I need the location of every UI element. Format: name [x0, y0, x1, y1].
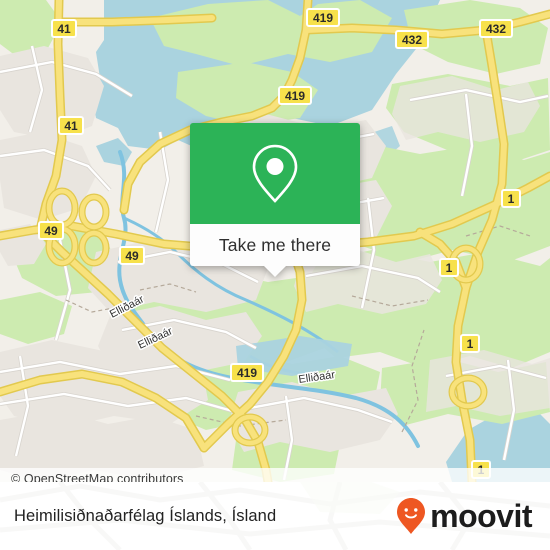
- road-shield-49: 49: [38, 221, 64, 240]
- road-shield-41: 41: [58, 116, 84, 135]
- road-shield-49: 49: [119, 246, 145, 265]
- callout-tail: [263, 265, 287, 277]
- road-shield-label: 432: [486, 22, 506, 36]
- road-shield-label: 432: [402, 33, 422, 47]
- road-shield-432: 432: [395, 30, 429, 49]
- osm-attribution-text: © OpenStreetMap contributors: [11, 471, 184, 483]
- road-shield-41: 41: [51, 19, 77, 38]
- road-shield-419: 419: [278, 86, 312, 105]
- footer-bar: Heimilisiðnaðarfélag Íslands, Ísland moo…: [0, 482, 550, 550]
- road-shield-label: 419: [313, 11, 333, 25]
- road-shield-1: 1: [439, 258, 459, 277]
- road-shield-419: 419: [306, 8, 340, 27]
- road-shield-label: 1: [508, 192, 515, 206]
- location-pin-icon: [252, 144, 298, 203]
- road-shield-419: 419: [230, 363, 264, 382]
- place-title: Heimilisiðnaðarfélag Íslands, Ísland: [14, 506, 277, 525]
- take-me-there-callout[interactable]: Take me there: [190, 123, 360, 277]
- osm-attribution[interactable]: © OpenStreetMap contributors: [0, 468, 550, 482]
- moovit-logo[interactable]: moovit: [396, 497, 532, 535]
- road-shield-label: 419: [285, 89, 305, 103]
- map-screenshot: Elliðaár Elliðaár Elliðaár Elliðaár Elliðaár…: [0, 0, 550, 550]
- road-shield-label: 49: [125, 249, 139, 263]
- moovit-wordmark: moovit: [430, 498, 532, 534]
- callout-pin-area: [190, 123, 360, 224]
- road-shield-label: 41: [57, 22, 71, 36]
- road-shield-label: 419: [237, 366, 257, 380]
- road-shield-1: 1: [501, 189, 521, 208]
- road-shield-label: 1: [467, 337, 474, 351]
- road-shield-label: 1: [446, 261, 453, 275]
- road-shield-432: 432: [479, 19, 513, 38]
- road-shield-1: 1: [460, 334, 480, 353]
- road-shield-label: 49: [44, 224, 58, 238]
- moovit-smiley-pin-icon: [397, 498, 426, 534]
- callout-action-area[interactable]: Take me there: [190, 224, 360, 277]
- take-me-there-label: Take me there: [218, 234, 332, 255]
- road-shield-label: 41: [64, 119, 78, 133]
